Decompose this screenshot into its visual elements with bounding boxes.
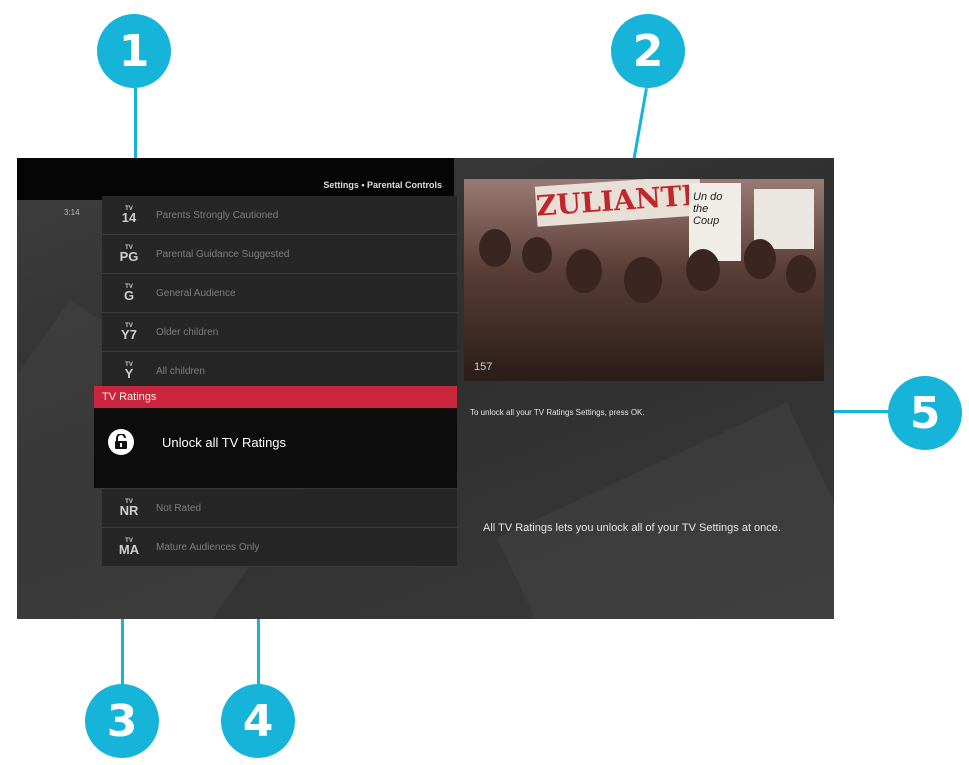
callout-1: 1 [97,14,171,88]
crowd-figure [786,255,816,293]
crowd-figure [479,229,511,267]
rating-label: Mature Audiences Only [156,541,260,553]
crowd-figure [686,249,720,291]
clock: 3:14 [64,208,80,217]
unlock-hint: To unlock all your TV Ratings Settings, … [470,408,645,417]
channel-number: 157 [474,361,493,373]
callout-2: 2 [611,14,685,88]
crowd-figure [624,257,662,303]
unlock-all-label: Unlock all TV Ratings [162,434,287,450]
crowd-figure [522,237,552,273]
rating-row-tv14[interactable]: TV 14 Parents Strongly Cautioned [102,196,457,235]
rating-row-nr[interactable]: TV NR Not Rated [102,489,457,528]
rating-row-tvma[interactable]: TV MA Mature Audiences Only [102,528,457,567]
rating-label: All children [156,365,205,377]
crowd-figure [744,239,776,279]
protest-sign: ZULIANTE [534,179,704,227]
rating-badge: TV G [123,284,135,303]
rating-badge: TV MA [118,538,140,557]
video-preview: ZULIANTE Un do the Coup 157 [464,179,824,381]
callout-3: 3 [85,684,159,758]
callout-5: 5 [888,376,962,450]
rating-badge: TV PG [119,245,139,264]
rating-row-tvg[interactable]: TV G General Audience [102,274,457,313]
rating-badge: TV Y7 [121,323,137,342]
crowd-figure [566,249,602,293]
rating-label: Parental Guidance Suggested [156,248,290,260]
rating-label: Not Rated [156,502,202,514]
rating-label: Parents Strongly Cautioned [156,209,279,221]
breadcrumb: Settings • Parental Controls [323,180,442,190]
callout-4: 4 [221,684,295,758]
tv-screen: Settings • Parental Controls 3:14 TV 14 P… [17,158,834,619]
panel-heading: TV Ratings [94,386,457,408]
rating-badge: TV NR [119,499,139,518]
rating-badge: TV Y [124,362,134,381]
rating-row-tvpg[interactable]: TV PG Parental Guidance Suggested [102,235,457,274]
tv-ratings-panel[interactable]: TV Ratings Unlock all TV Ratings [94,386,457,488]
description-text: All TV Ratings lets you unlock all of yo… [483,522,781,534]
rating-label: General Audience [156,287,236,299]
unlock-icon [108,429,134,455]
rating-badge: TV 14 [121,206,137,225]
rating-label: Older children [156,326,219,338]
rating-row-tvy7[interactable]: TV Y7 Older children [102,313,457,352]
header-bar: Settings • Parental Controls [17,158,454,200]
background-shape [497,402,834,619]
